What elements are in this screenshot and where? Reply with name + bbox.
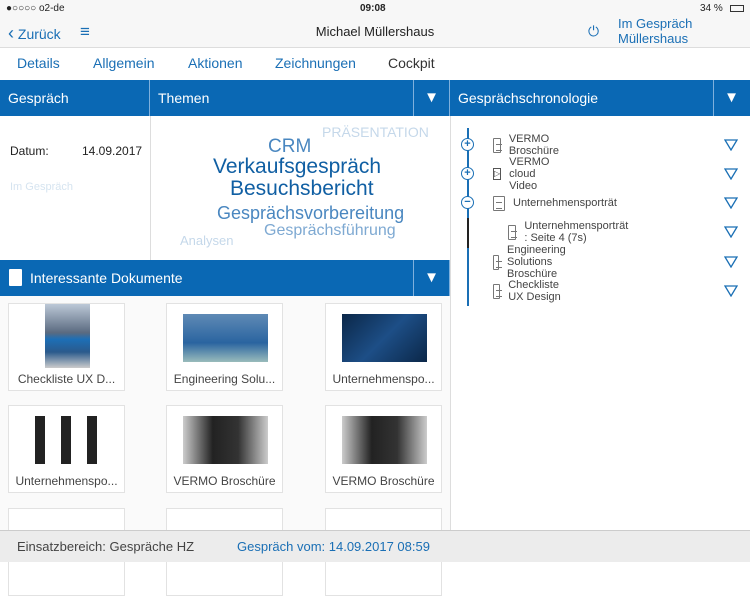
tag[interactable]: PRÄSENTATION [322,124,429,140]
document-icon [493,195,505,211]
list-item[interactable]: Checkliste UX Design [493,279,564,303]
list-item[interactable]: VERMO Broschüre [493,133,563,157]
carrier: ●○○○○ o2-de [6,3,65,14]
tag[interactable]: Besuchsbericht [230,177,374,201]
tab-cockpit[interactable]: Cockpit [388,55,435,71]
document-icon [508,224,518,240]
power-icon[interactable]: ⏻ [588,23,599,40]
datum-label: Datum: [10,144,49,158]
tab-aktionen[interactable]: Aktionen [188,55,242,71]
document-card[interactable]: Unternehmenspo... [325,303,442,391]
einsatzbereich: Einsatzbereich: Gespräche HZ [17,539,195,554]
thumbnail [25,416,110,464]
back-button[interactable]: ‹ Zurück [8,23,61,44]
thumbnail [183,416,268,464]
document-card[interactable]: Engineering Solu... [166,303,283,391]
list-item[interactable]: Engineering Solutions Broschüre [493,244,572,280]
tag[interactable]: Verkaufsgespräch [213,155,381,179]
dropdown-triangle-icon[interactable]: ▼ [713,80,749,116]
gespraech-datum: Gespräch vom: 14.09.2017 08:59 [237,539,430,554]
chevron-down-icon[interactable] [724,139,738,151]
expand-icon[interactable]: + [461,167,474,180]
clock: 09:08 [360,3,386,14]
themen-cloud: PRÄSENTATION CRM Verkaufsgespräch Besuch… [150,116,450,260]
gespraech-header: Gespräch [0,80,150,116]
document-icon [493,283,503,299]
chevron-left-icon: ‹ [8,23,14,43]
tab-allgemein[interactable]: Allgemein [93,55,154,71]
tag[interactable]: Gesprächsführung [264,222,396,240]
document-icon [493,254,503,270]
list-item[interactable]: Unternehmensporträt : Seite 4 (7s) [508,220,632,244]
themen-header: Themen ▼ [150,80,450,116]
thumbnail [183,314,268,362]
expand-icon[interactable]: + [461,138,474,151]
document-card[interactable]: VERMO Broschüre [325,405,442,493]
tab-zeichnungen[interactable]: Zeichnungen [275,55,356,71]
battery-icon [730,5,744,12]
documents-grid: Checkliste UX D... Engineering Solu... U… [0,296,450,596]
tag[interactable]: Gesprächsvorbereitung [217,203,404,224]
session-status[interactable]: Im Gespräch Müllershaus [618,16,692,46]
gespraech-placeholder: Im Gespräch [10,181,73,193]
chevron-down-icon[interactable] [724,285,738,297]
dokumente-header: Interessante Dokumente ▼ [0,260,450,296]
dropdown-triangle-icon[interactable]: ▼ [413,260,449,296]
chevron-down-icon[interactable] [724,197,738,209]
document-card[interactable]: Checkliste UX D... [8,303,125,391]
list-item[interactable]: ▷ VERMO cloud Video [493,156,553,192]
chevron-down-icon[interactable] [724,168,738,180]
nav-bar: ‹ Zurück ≡ Michael Müllershaus ⏻ Im Gesp… [0,16,750,48]
battery: 34 % [700,3,723,14]
collapse-icon[interactable]: − [461,196,474,209]
thumbnail [45,304,90,368]
tab-details[interactable]: Details [17,55,60,71]
list-item[interactable]: Unternehmensporträt [493,193,617,213]
tag[interactable]: Analysen [180,233,233,248]
document-card[interactable]: VERMO Broschüre [166,405,283,493]
document-icon [493,137,502,153]
menu-icon[interactable]: ≡ [80,22,90,42]
document-icon [9,269,22,286]
chevron-down-icon[interactable] [724,226,738,238]
datum-value: 14.09.2017 [82,144,143,158]
footer-bar: Einsatzbereich: Gespräche HZ Gespräch vo… [0,530,750,562]
chronologie-header: Gesprächschronologie ▼ [450,80,750,116]
tab-bar: Details Allgemein Aktionen Zeichnungen C… [0,48,750,80]
timeline-line [467,128,469,306]
dropdown-triangle-icon[interactable]: ▼ [413,80,449,116]
thumbnail [342,314,427,362]
video-icon: ▷ [493,168,502,180]
thumbnail [342,416,427,464]
document-card[interactable]: Unternehmenspo... [8,405,125,493]
chevron-down-icon[interactable] [724,256,738,268]
